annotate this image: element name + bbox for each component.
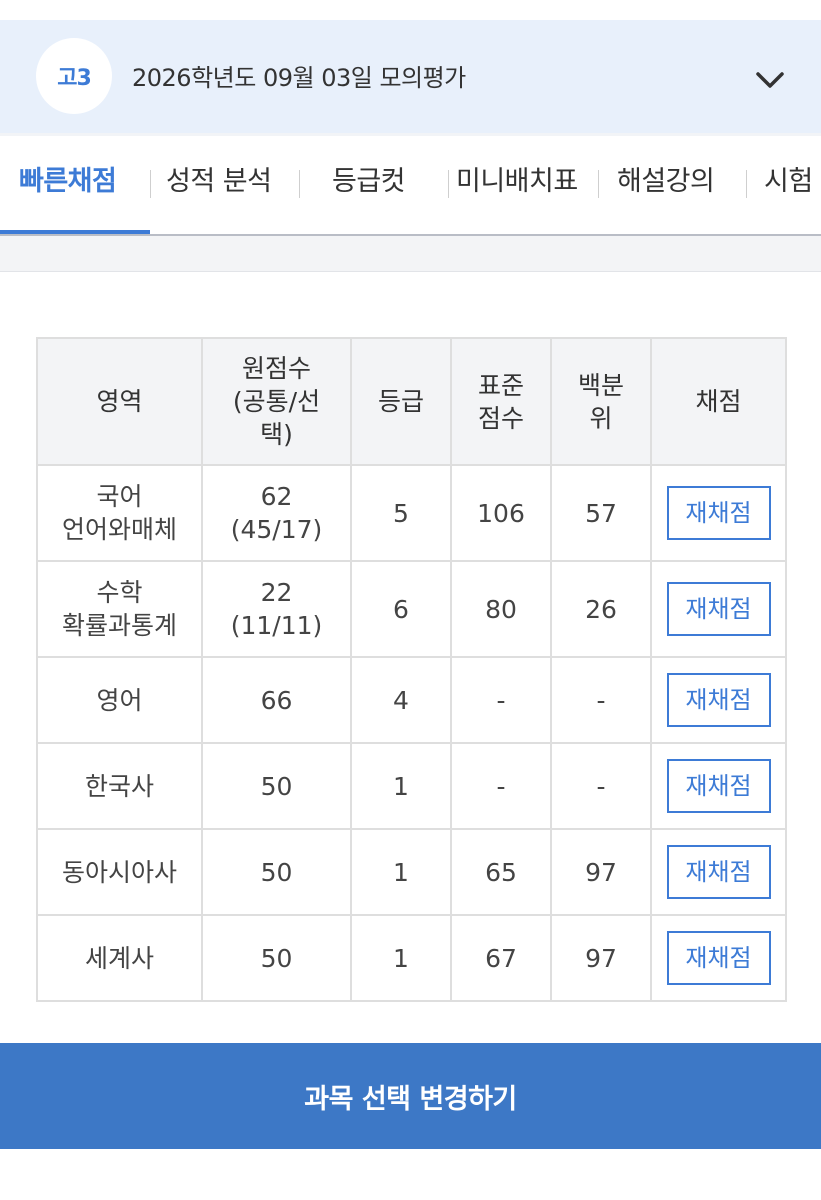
header-standard-score: 표준 점수 (450, 337, 552, 466)
header-raw-line: 택) (260, 420, 293, 449)
raw-score-cell: 50 (201, 742, 352, 830)
exam-selector[interactable]: 고3 2026학년도 09월 03일 모의평가 (0, 20, 821, 133)
header-raw-line: 원점수 (241, 354, 311, 383)
rescore-button[interactable]: 재채점 (666, 845, 771, 899)
subject-cell: 동아시아사 (36, 828, 203, 916)
subject-cell: 영어 (36, 656, 203, 744)
rescore-button[interactable]: 재채점 (666, 931, 771, 985)
table-row: 세계사 50 1 67 97 재채점 (36, 914, 787, 1002)
grade-cell: 1 (350, 828, 452, 916)
raw-score-cell: 66 (201, 656, 352, 744)
header-percentile: 백분 위 (550, 337, 652, 466)
standard-score-cell: - (450, 742, 552, 830)
percentile-cell: - (550, 656, 652, 744)
scoring-cell: 재채점 (650, 914, 787, 1002)
table-row: 국어 언어와매체 62 (45/17) 5 106 57 재채점 (36, 464, 787, 562)
table-row: 영어 66 4 - - 재채점 (36, 656, 787, 744)
header-raw-line: (공통/선 (232, 387, 321, 416)
header-raw-score: 원점수 (공통/선 택) (201, 337, 352, 466)
grade-cell: 4 (350, 656, 452, 744)
subject-cell: 한국사 (36, 742, 203, 830)
scoring-cell: 재채점 (650, 656, 787, 744)
grade-cell: 1 (350, 742, 452, 830)
tab-separator (150, 170, 151, 198)
tab-exam[interactable]: 시험 (764, 136, 813, 232)
grade-cell: 5 (350, 464, 452, 562)
raw-score: 22 (260, 578, 293, 607)
tab-explanation-lecture[interactable]: 해설강의 (617, 136, 715, 232)
header-pct-line: 백분 (577, 370, 624, 400)
table-row: 수학 확률과통계 22 (11/11) 6 80 26 재채점 (36, 560, 787, 658)
tab-grade-cut[interactable]: 등급컷 (332, 136, 406, 232)
percentile-cell: - (550, 742, 652, 830)
chevron-down-icon (756, 72, 784, 88)
subject-cell: 국어 언어와매체 (36, 464, 203, 562)
subject-elective: 확률과통계 (61, 611, 177, 640)
standard-score-cell: 65 (450, 828, 552, 916)
top-strip (0, 0, 821, 20)
tab-quick-scoring[interactable]: 빠른채점 (19, 136, 117, 232)
scoring-cell: 재채점 (650, 742, 787, 830)
tab-score-analysis[interactable]: 성적 분석 (166, 136, 272, 232)
raw-score-breakdown: (11/11) (230, 611, 323, 640)
table-header-row: 영역 원점수 (공통/선 택) 등급 표준 점수 백분 위 채점 (36, 337, 787, 466)
tab-bar: 빠른채점 성적 분석 등급컷 미니배치표 해설강의 시험 (0, 136, 821, 234)
raw-score: 62 (260, 482, 293, 511)
percentile-cell: 97 (550, 914, 652, 1002)
tab-separator (598, 170, 599, 198)
raw-score-cell: 62 (45/17) (201, 464, 352, 562)
spacer-band-line (0, 271, 821, 272)
raw-score-cell: 50 (201, 828, 352, 916)
scoring-cell: 재채점 (650, 560, 787, 658)
grade-cell: 6 (350, 560, 452, 658)
header-scoring: 채점 (650, 337, 787, 466)
tab-separator (448, 170, 449, 198)
scoring-cell: 재채점 (650, 464, 787, 562)
subject-name: 국어 (96, 482, 143, 511)
rescore-button[interactable]: 재채점 (666, 486, 771, 540)
header-std-line: 표준 (477, 370, 524, 400)
subject-elective: 언어와매체 (61, 515, 177, 544)
standard-score-cell: 80 (450, 560, 552, 658)
rescore-button[interactable]: 재채점 (666, 582, 771, 636)
table-row: 동아시아사 50 1 65 97 재채점 (36, 828, 787, 916)
header-std-line: 점수 (477, 403, 524, 433)
expand-button[interactable] (748, 58, 792, 102)
rescore-button[interactable]: 재채점 (666, 673, 771, 727)
subject-cell: 수학 확률과통계 (36, 560, 203, 658)
scoring-cell: 재채점 (650, 828, 787, 916)
standard-score-cell: - (450, 656, 552, 744)
grade-cell: 1 (350, 914, 452, 1002)
standard-score-cell: 67 (450, 914, 552, 1002)
grade-badge: 고3 (36, 38, 112, 114)
tab-mini-placement[interactable]: 미니배치표 (456, 136, 578, 232)
exam-title: 2026학년도 09월 03일 모의평가 (132, 64, 466, 92)
tab-separator (299, 170, 300, 198)
percentile-cell: 97 (550, 828, 652, 916)
percentile-cell: 57 (550, 464, 652, 562)
header-grade: 등급 (350, 337, 452, 466)
percentile-cell: 26 (550, 560, 652, 658)
header-pct-line: 위 (589, 403, 613, 433)
rescore-button[interactable]: 재채점 (666, 759, 771, 813)
raw-score-breakdown: (45/17) (230, 515, 323, 544)
spacer-band (0, 236, 821, 271)
tab-separator (746, 170, 747, 198)
raw-score-cell: 50 (201, 914, 352, 1002)
change-subjects-button[interactable]: 과목 선택 변경하기 (0, 1043, 821, 1149)
header-area: 영역 (36, 337, 203, 466)
table-row: 한국사 50 1 - - 재채점 (36, 742, 787, 830)
subject-name: 수학 (96, 578, 143, 607)
subject-cell: 세계사 (36, 914, 203, 1002)
standard-score-cell: 106 (450, 464, 552, 562)
score-table: 영역 원점수 (공통/선 택) 등급 표준 점수 백분 위 채점 국어 언어와매… (36, 337, 787, 1002)
raw-score-cell: 22 (11/11) (201, 560, 352, 658)
